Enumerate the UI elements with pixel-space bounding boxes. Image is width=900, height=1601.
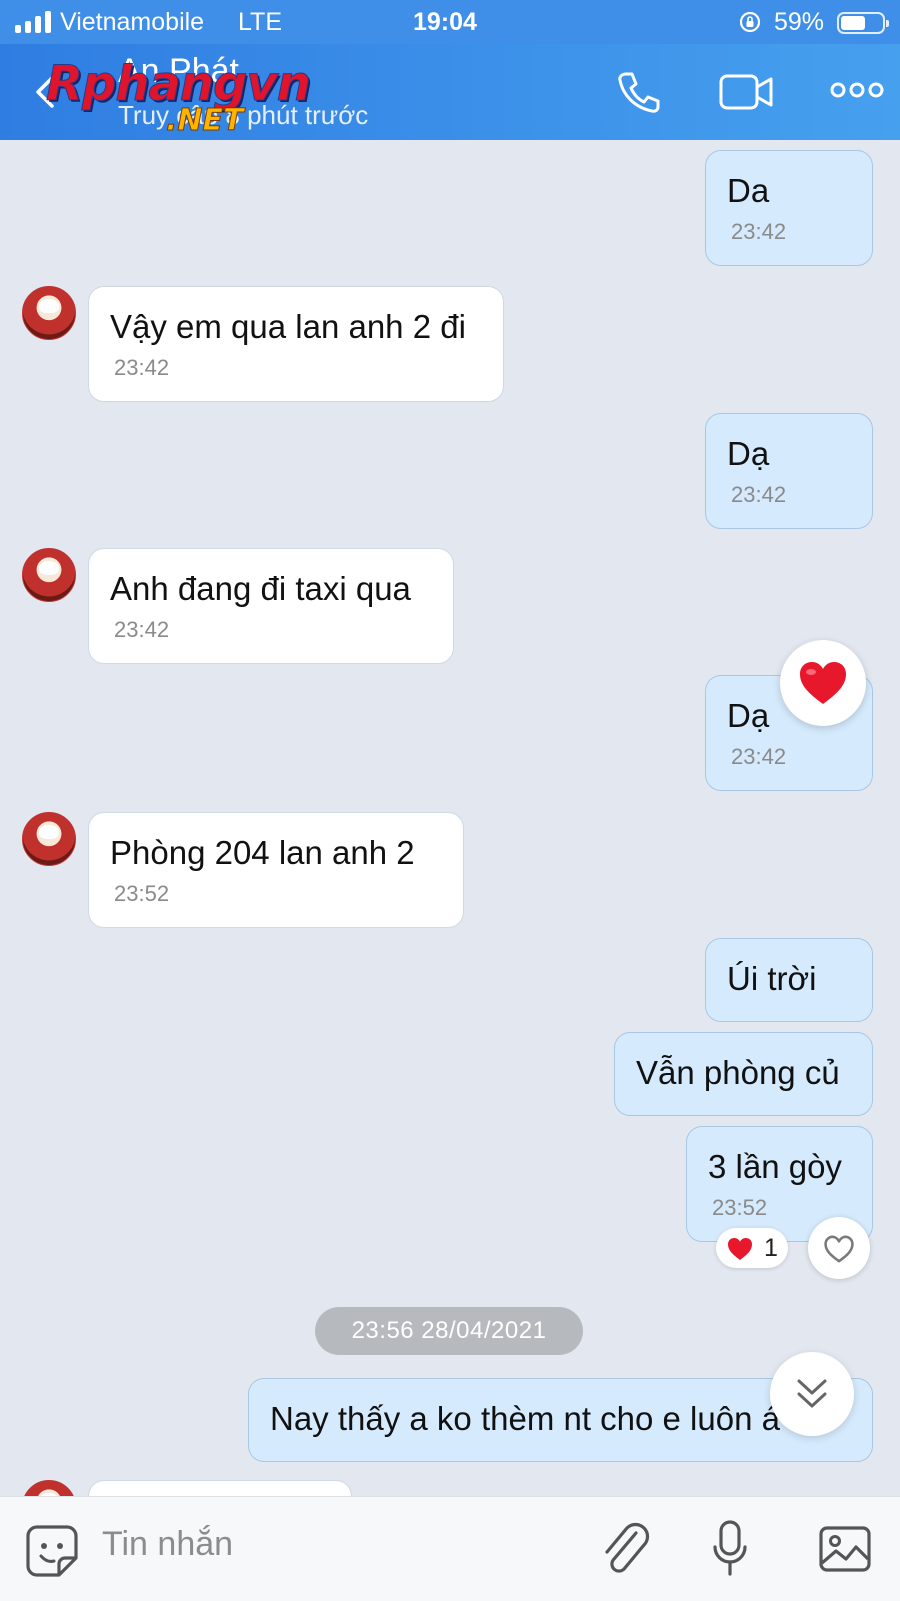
battery-icon — [837, 12, 889, 34]
heart-icon — [798, 660, 848, 706]
microphone-icon[interactable] — [712, 1519, 748, 1579]
status-bar: Vietnamobile LTE 19:04 59% — [0, 0, 900, 44]
scroll-to-bottom-button[interactable] — [770, 1352, 854, 1436]
contact-avatar[interactable] — [22, 286, 76, 340]
message-text: Anh đang đi taxi qua — [110, 570, 411, 607]
message-text: Vẫn phòng củ — [636, 1054, 840, 1091]
message-text: Vậy em qua lan anh 2 đi — [110, 308, 466, 345]
sticker-icon[interactable] — [25, 1524, 79, 1578]
like-button[interactable] — [808, 1217, 870, 1279]
message-time: 23:42 — [731, 219, 787, 244]
message-text: Nay thấy a ko thèm nt cho e luôn á — [270, 1400, 780, 1437]
contact-avatar[interactable] — [22, 1480, 76, 1496]
heart-icon — [726, 1237, 754, 1261]
battery-percent: 59% — [774, 8, 825, 36]
incoming-message[interactable] — [88, 1480, 352, 1496]
contact-avatar[interactable] — [22, 548, 76, 602]
video-call-icon[interactable] — [718, 70, 776, 114]
message-text: 3 lần gòy — [708, 1148, 842, 1185]
message-text: Dạ — [727, 435, 770, 472]
outgoing-message[interactable]: Úi trời — [705, 938, 873, 1022]
incoming-message[interactable]: Vậy em qua lan anh 2 đi 23:42 — [88, 286, 504, 402]
outgoing-message[interactable]: Vẫn phòng củ — [614, 1032, 873, 1116]
more-icon[interactable] — [830, 80, 884, 100]
reaction-count-pill[interactable]: 1 — [716, 1228, 788, 1268]
image-icon[interactable] — [818, 1525, 872, 1573]
watermark-suffix: .NET — [165, 103, 244, 139]
message-time: 23:42 — [731, 482, 787, 507]
double-chevron-down-icon — [795, 1376, 829, 1412]
reaction-heart-badge[interactable] — [780, 640, 866, 726]
signal-strength-icon — [15, 11, 51, 33]
heart-outline-icon — [823, 1234, 855, 1264]
message-time: 23:42 — [731, 744, 787, 769]
message-time: 23:42 — [114, 355, 170, 380]
incoming-message[interactable]: Anh đang đi taxi qua 23:42 — [88, 548, 454, 664]
message-time: 23:42 — [114, 617, 170, 642]
incoming-message[interactable]: Phòng 204 lan anh 2 23:52 — [88, 812, 464, 928]
message-text: Phòng 204 lan anh 2 — [110, 834, 415, 871]
rotation-lock-icon — [738, 10, 762, 34]
message-input[interactable]: Tin nhắn — [102, 1525, 233, 1564]
phone-icon[interactable] — [614, 68, 662, 116]
attachment-icon[interactable] — [600, 1519, 650, 1579]
network-type: LTE — [238, 8, 282, 36]
message-text: Úi trời — [727, 960, 817, 997]
message-text: Da — [727, 172, 770, 209]
carrier-name: Vietnamobile — [60, 8, 205, 36]
message-composer: Tin nhắn — [0, 1496, 900, 1601]
clock: 19:04 — [413, 8, 477, 36]
message-list[interactable]: Da 23:42 Vậy em qua lan anh 2 đi 23:42 D… — [0, 140, 900, 1496]
contact-avatar[interactable] — [22, 812, 76, 866]
reaction-count: 1 — [764, 1234, 778, 1262]
outgoing-message[interactable]: Dạ 23:42 — [705, 413, 873, 529]
date-separator: 23:56 28/04/2021 — [315, 1307, 583, 1355]
watermark-logo: Rphangvn .NET — [40, 56, 330, 146]
outgoing-message[interactable]: Da 23:42 — [705, 150, 873, 266]
message-time: 23:52 — [114, 881, 170, 906]
